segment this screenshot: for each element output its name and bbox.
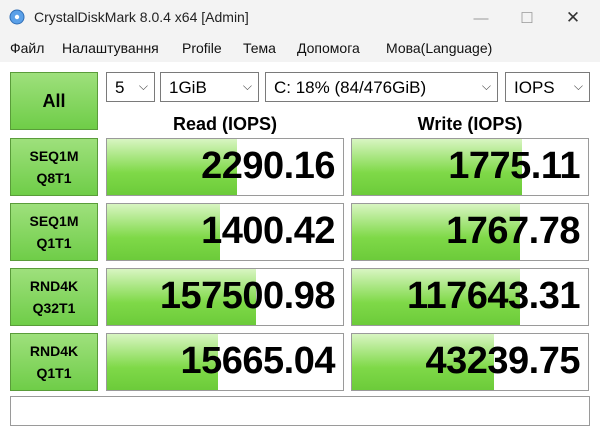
- drive-select[interactable]: C: 18% (84/476GiB) ⌵: [265, 72, 498, 102]
- read-result-cell: 157500.98: [106, 268, 344, 326]
- chevron-down-icon: ⌵: [481, 79, 491, 93]
- test-size-select[interactable]: 1GiB ⌵: [160, 72, 259, 102]
- menu-theme[interactable]: Тема: [243, 40, 276, 56]
- read-column-header: Read (IOPS): [172, 114, 278, 134]
- test-params: Q1T1: [36, 365, 72, 381]
- read-result-value: 1400.42: [201, 210, 335, 252]
- read-result-value: 157500.98: [159, 275, 336, 317]
- read-result-value: 2290.16: [201, 145, 335, 187]
- unit-value: IOPS: [514, 78, 555, 97]
- read-result-value: 15665.04: [180, 340, 336, 382]
- unit-select[interactable]: IOPS ⌵: [505, 72, 590, 102]
- menu-settings[interactable]: Налаштування: [62, 40, 159, 56]
- chevron-down-icon: ⌵: [242, 79, 252, 93]
- write-result-cell: 1775.11: [351, 138, 589, 196]
- write-result-value: 43239.75: [425, 340, 581, 382]
- test-size-value: 1GiB: [169, 78, 207, 97]
- test-button-seq1m-q8t1[interactable]: SEQ1M Q8T1: [10, 138, 98, 196]
- read-result-cell: 15665.04: [106, 333, 344, 391]
- write-column-header: Write (IOPS): [417, 114, 523, 134]
- write-result-cell: 43239.75: [351, 333, 589, 391]
- title-bar: CrystalDiskMark 8.0.4 x64 [Admin] — ☐ ✕: [0, 0, 600, 36]
- test-count-value: 5: [115, 78, 125, 97]
- menu-language[interactable]: Мова(Language): [386, 40, 492, 56]
- read-result-cell: 2290.16: [106, 138, 344, 196]
- close-button[interactable]: ✕: [550, 0, 596, 36]
- write-result-value: 117643.31: [406, 275, 581, 317]
- window-title: CrystalDiskMark 8.0.4 x64 [Admin]: [34, 9, 249, 25]
- menu-help[interactable]: Допомога: [297, 40, 360, 56]
- test-button-rnd4k-q32t1[interactable]: RND4K Q32T1: [10, 268, 98, 326]
- drive-value: C: 18% (84/476GiB): [274, 78, 427, 97]
- test-params: Q32T1: [32, 300, 76, 316]
- test-button-seq1m-q1t1[interactable]: SEQ1M Q1T1: [10, 203, 98, 261]
- menu-profile[interactable]: Profile: [182, 40, 222, 56]
- test-name: SEQ1M: [29, 148, 79, 164]
- menu-file[interactable]: Файл: [10, 40, 44, 56]
- minimize-button[interactable]: —: [458, 0, 504, 36]
- test-params: Q8T1: [36, 170, 72, 186]
- test-button-rnd4k-q1t1[interactable]: RND4K Q1T1: [10, 333, 98, 391]
- crystaldiskmark-app-icon: [9, 9, 25, 25]
- write-result-value: 1767.78: [446, 210, 580, 252]
- chevron-down-icon: ⌵: [573, 79, 583, 93]
- test-name: RND4K: [29, 343, 79, 359]
- chevron-down-icon: ⌵: [138, 79, 148, 93]
- menu-bar: Файл Налаштування Profile Тема Допомога …: [0, 38, 600, 60]
- test-name: RND4K: [29, 278, 79, 294]
- test-count-select[interactable]: 5 ⌵: [106, 72, 155, 102]
- write-result-cell: 1767.78: [351, 203, 589, 261]
- read-result-cell: 1400.42: [106, 203, 344, 261]
- run-all-button[interactable]: All: [10, 72, 98, 130]
- maximize-button[interactable]: ☐: [504, 0, 550, 36]
- write-result-cell: 117643.31: [351, 268, 589, 326]
- test-params: Q1T1: [36, 235, 72, 251]
- write-result-value: 1775.11: [448, 145, 580, 187]
- status-bar: [10, 396, 590, 426]
- test-name: SEQ1M: [29, 213, 79, 229]
